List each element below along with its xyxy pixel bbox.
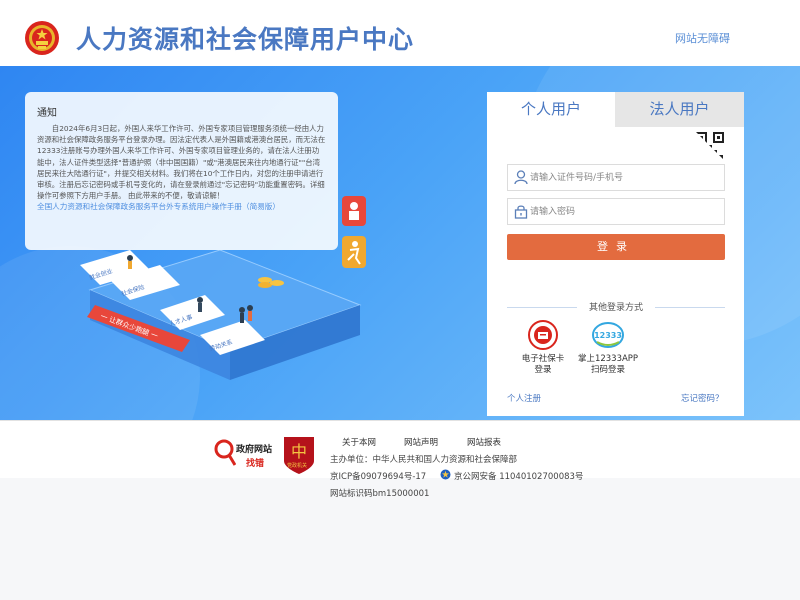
tab-corporate-user[interactable]: 法人用户	[615, 92, 744, 127]
icp-text: 京ICP备09079694号-17	[330, 472, 427, 482]
password-input[interactable]	[530, 199, 720, 224]
accessibility-link[interactable]: 网站无障碍	[675, 30, 730, 46]
badge-top-text: 政府网站	[236, 445, 273, 455]
runner-badge-icon	[342, 236, 366, 268]
id-input[interactable]	[530, 165, 720, 190]
footer-link-statement[interactable]: 网站声明	[404, 436, 438, 448]
e-social-card-login[interactable]: 电子社保卡 登录	[508, 320, 578, 376]
tab-personal-user[interactable]: 个人用户	[487, 92, 615, 127]
footer-link-about[interactable]: 关于本网	[342, 436, 376, 448]
police-badge-icon	[440, 469, 451, 480]
svg-text:中: 中	[291, 442, 307, 461]
magnifier-icon	[214, 439, 236, 466]
qr-code-toggle-icon[interactable]	[695, 131, 725, 161]
lock-icon	[514, 205, 528, 219]
footer-link-report[interactable]: 网站报表	[467, 436, 501, 448]
party-govt-shield-icon: 中	[284, 437, 314, 474]
sponsor-text: 主办单位：中华人民共和国人力资源和社会保障部	[330, 455, 518, 465]
login-button[interactable]: 登录	[507, 234, 725, 260]
site-title: 人力资源和社会保障用户中心	[76, 25, 415, 54]
register-link[interactable]: 个人注册	[507, 392, 541, 404]
alt-login-label: 电子社保卡 登录	[521, 354, 565, 375]
password-field[interactable]	[507, 198, 725, 225]
worker-badge-icon	[342, 196, 366, 226]
alt-login-label: 掌上12333APP 扫码登录	[577, 354, 639, 375]
login-panel: 个人用户 法人用户 请输入证件号码/手机号 登录 其他登录方式 电子社保卡 登录…	[487, 92, 744, 416]
social-security-card-icon	[528, 320, 558, 350]
notice-title: 通知	[37, 108, 57, 119]
party-badge-text: 党政机关	[287, 463, 308, 469]
page-root: 人力资源和社会保障用户中心 网站无障碍 就业创业 社会保险 人才人事 劳动关系	[0, 0, 800, 600]
gov-site-error-report-badge[interactable]: 政府网站 找错	[214, 438, 274, 470]
notice-body: 自2024年6月3日起，外国人来华工作许可、外国专家项目管理服务须统一经由人力资…	[37, 124, 326, 201]
divider	[655, 307, 725, 308]
notice-panel: 通知 自2024年6月3日起，外国人来华工作许可、外国专家项目管理服务须统一经由…	[25, 92, 338, 250]
service-illustration: 就业创业 社会保险 人才人事 劳动关系 一 让群众少跑腿 一	[80, 250, 362, 380]
party-govt-badge[interactable]: 中 党政机关	[282, 435, 316, 475]
badge-bottom-text: 找错	[246, 459, 265, 469]
app-12333-login[interactable]: 12333 掌上12333APP 扫码登录	[573, 320, 643, 376]
site-id-text: 网站标识码bm15000001	[330, 489, 430, 499]
national-emblem-icon	[25, 21, 59, 55]
svg-text:12333: 12333	[594, 331, 622, 340]
app-12333-icon: 12333	[592, 322, 624, 348]
user-manual-link[interactable]: 全国人力资源和社会保障政务服务平台外专系统用户操作手册（简易版）	[37, 201, 326, 212]
id-field[interactable]	[507, 164, 725, 191]
site-header: 人力资源和社会保障用户中心 网站无障碍	[0, 0, 800, 66]
forgot-password-link[interactable]: 忘记密码？	[681, 392, 724, 404]
user-icon	[514, 170, 528, 185]
police-record-text: 京公网安备 11040102700083号	[454, 472, 584, 482]
